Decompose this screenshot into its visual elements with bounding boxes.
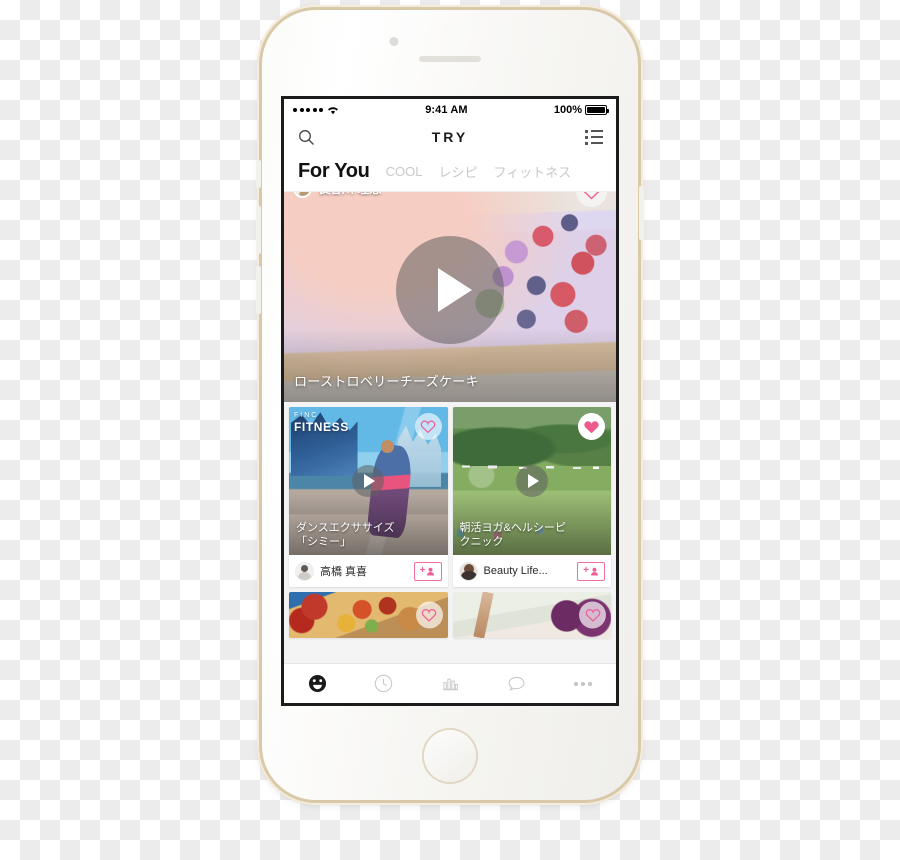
card-food-bowl[interactable] <box>289 592 448 638</box>
add-person-icon[interactable]: + <box>577 561 605 581</box>
nav-bar: TRY <box>284 120 616 154</box>
heart-outline-icon[interactable] <box>414 413 442 440</box>
hero-author[interactable]: 長谷川 理恵 <box>293 192 381 198</box>
card-footer: Beauty Life... + <box>452 555 611 587</box>
status-time: 9:41 AM <box>425 103 468 116</box>
feed-scroll-area[interactable]: 長谷川 理恵 ローストロベリーチーズケーキ FINC <box>284 192 616 664</box>
hero-video-card[interactable]: 長谷川 理恵 ローストロベリーチーズケーキ <box>284 192 616 402</box>
card-row-partial <box>284 587 616 638</box>
tab-recipe[interactable]: レシピ <box>438 162 477 181</box>
heart-outline-icon[interactable] <box>579 601 606 629</box>
silent-switch[interactable] <box>256 160 261 188</box>
status-bar: 9:41 AM 100% <box>284 99 616 120</box>
card-author-name: Beauty Life... <box>483 565 548 577</box>
card-author-name: 高橋 真喜 <box>320 566 368 578</box>
heart-filled-icon[interactable] <box>578 413 605 440</box>
search-icon[interactable] <box>295 126 317 148</box>
comment-icon[interactable] <box>483 664 549 703</box>
finc-fitness-badge: FINC FITNESS <box>294 412 349 433</box>
category-tabs: For You COOL レシピ フィットネス <box>284 154 616 192</box>
bottom-tab-bar <box>284 663 616 703</box>
signal-strength-icon <box>293 107 323 112</box>
avatar <box>293 192 312 198</box>
chart-icon[interactable] <box>417 664 483 703</box>
card-dance-exercise[interactable]: FINC FITNESS ダンスエクササイズ 「シミー」 高橋 真喜 + <box>289 407 448 587</box>
card-thumbnail: FINC FITNESS ダンスエクササイズ 「シミー」 <box>289 407 448 555</box>
card-footer: 高橋 真喜 + <box>289 555 448 587</box>
card-title-line-2: クニック <box>459 535 504 548</box>
card-thumbnail: 朝活ヨガ&ヘルシーピ クニック <box>452 407 611 555</box>
tab-cool[interactable]: COOL <box>386 164 423 179</box>
clock-icon[interactable] <box>350 664 416 703</box>
earpiece-speaker <box>419 56 481 62</box>
avatar <box>458 561 478 581</box>
battery-percent: 100% <box>553 103 582 116</box>
smiley-icon[interactable] <box>284 664 350 703</box>
volume-up-button[interactable] <box>256 206 261 254</box>
heart-outline-icon[interactable] <box>415 601 443 629</box>
play-icon[interactable] <box>515 465 548 497</box>
tab-for-you[interactable]: For You <box>298 160 370 183</box>
hero-title: ローストロベリーチーズケーキ <box>294 374 479 389</box>
page-title: TRY <box>431 129 469 145</box>
badge-line-1: FINC <box>294 412 319 419</box>
list-icon[interactable] <box>583 126 605 148</box>
phone-device: 9:41 AM 100% TRY For You COOL レシピ フィットネス <box>256 5 644 805</box>
card-title: 朝活ヨガ&ヘルシーピ クニック <box>460 521 605 549</box>
phone-screen: 9:41 AM 100% TRY For You COOL レシピ フィットネス <box>281 96 619 706</box>
battery-icon <box>585 104 609 115</box>
power-button[interactable] <box>639 186 644 240</box>
badge-line-2: FITNESS <box>294 420 349 434</box>
card-row: FINC FITNESS ダンスエクササイズ 「シミー」 高橋 真喜 + 朝活ヨ… <box>284 402 616 587</box>
card-title-line-1: 朝活ヨガ&ヘルシーピ <box>459 521 566 534</box>
avatar <box>295 561 314 581</box>
card-title-line-1: ダンスエクササイズ <box>296 521 395 534</box>
add-person-icon[interactable]: + <box>413 561 442 581</box>
hero-username: 長谷川 理恵 <box>318 192 381 197</box>
home-button[interactable] <box>424 730 476 782</box>
card-spheres[interactable] <box>452 592 611 638</box>
front-camera <box>389 37 399 46</box>
play-icon[interactable] <box>396 236 504 344</box>
card-title-line-2: 「シミー」 <box>296 535 351 548</box>
card-morning-yoga[interactable]: 朝活ヨガ&ヘルシーピ クニック Beauty Life... + <box>452 407 611 587</box>
volume-down-button[interactable] <box>256 266 261 314</box>
wifi-icon <box>327 105 339 115</box>
more-icon[interactable] <box>550 664 616 703</box>
play-icon[interactable] <box>352 465 385 497</box>
tab-fitness[interactable]: フィットネス <box>493 162 571 181</box>
card-title: ダンスエクササイズ 「シミー」 <box>296 521 441 549</box>
